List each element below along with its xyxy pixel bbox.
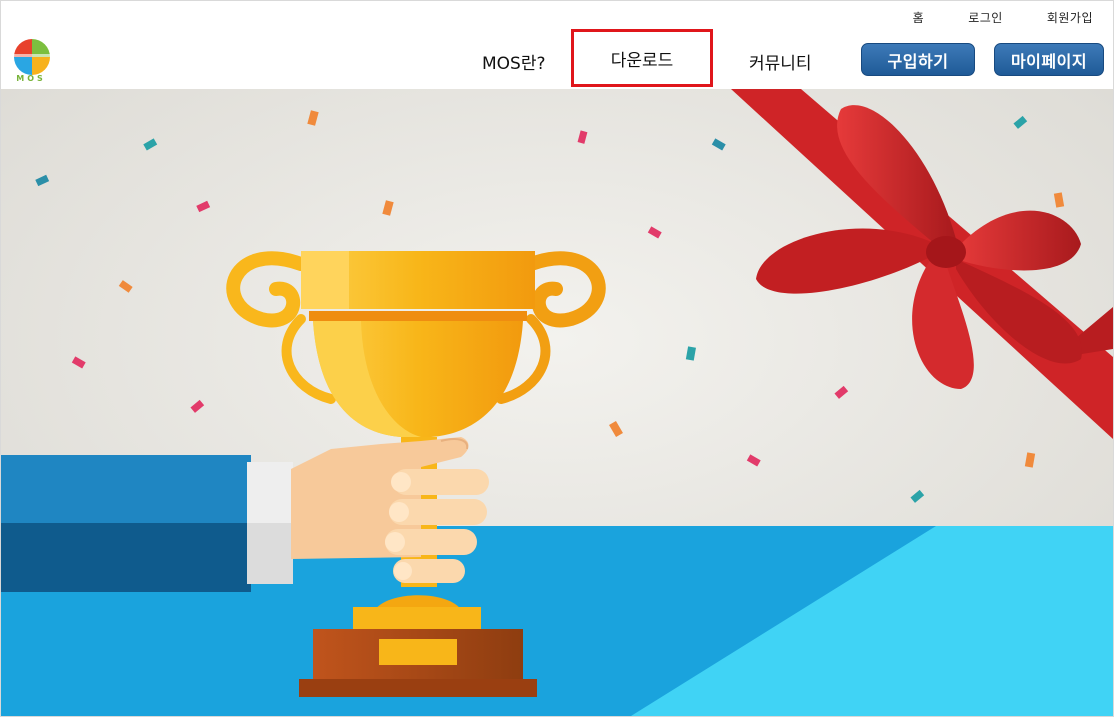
arm [1,455,293,592]
hero-banner [1,89,1113,716]
utility-links: 홈 로그인 회원가입 [869,9,1093,26]
nav-download[interactable]: 다운로드 [571,29,713,87]
hero-illustration [1,89,1113,716]
main-nav: MOS란? 다운로드 커뮤니티 구입하기 마이페이지 [1,29,1113,91]
page-frame: 홈 로그인 회원가입 MOS MOS란? 다운로드 커뮤니티 구입하기 마이페이… [0,0,1114,717]
mypage-button[interactable]: 마이페이지 [994,43,1104,76]
nav-community[interactable]: 커뮤니티 [749,49,812,74]
home-link[interactable]: 홈 [913,9,925,26]
nav-about[interactable]: MOS란? [482,49,546,74]
signup-link[interactable]: 회원가입 [1047,9,1093,26]
login-link[interactable]: 로그인 [968,9,1003,26]
buy-button[interactable]: 구입하기 [861,43,975,76]
